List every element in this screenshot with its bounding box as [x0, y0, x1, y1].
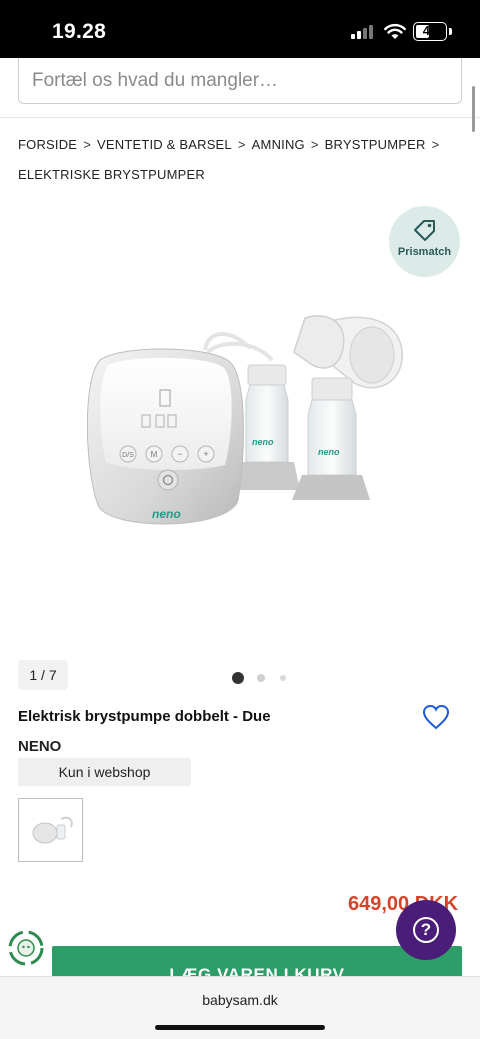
cellular-signal-icon: [351, 25, 377, 39]
battery-icon: 45: [413, 22, 447, 41]
breadcrumb: FORSIDE > VENTETID & BARSEL > AMNING > BRYSTPU…: [18, 130, 468, 190]
help-button[interactable]: ?: [396, 900, 456, 960]
breadcrumb-item-brystpumper[interactable]: BRYSTPUMPER: [325, 137, 426, 152]
prismatch-button[interactable]: Prismatch: [389, 206, 460, 277]
availability-badge: Kun i webshop: [18, 758, 191, 786]
home-indicator[interactable]: [155, 1025, 325, 1030]
question-icon: ?: [413, 917, 439, 943]
breadcrumb-separator: >: [310, 137, 319, 152]
search-input[interactable]: [18, 58, 462, 104]
product-brand[interactable]: NENO: [18, 738, 61, 755]
breadcrumb-item-ventetid-barsel[interactable]: VENTETID & BARSEL: [97, 137, 232, 152]
device-button-plus: +: [203, 449, 208, 459]
battery-level: 45: [422, 23, 438, 38]
breadcrumb-separator: >: [83, 137, 91, 152]
thumbnail-image: [32, 816, 73, 844]
breadcrumb-separator: >: [431, 137, 440, 152]
status-time: 19.28: [52, 20, 107, 43]
breadcrumb-item-amning[interactable]: AMNING: [252, 137, 305, 152]
recycle-badge-icon[interactable]: [8, 930, 44, 966]
device-button-minus: −: [177, 449, 182, 459]
wifi-icon: [384, 23, 406, 39]
tag-icon: [414, 220, 435, 241]
product-thumbnail[interactable]: [18, 798, 83, 862]
breadcrumb-item-forside[interactable]: FORSIDE: [18, 137, 77, 152]
heart-icon[interactable]: [422, 704, 450, 730]
gallery-dot[interactable]: [280, 675, 286, 681]
device-button-ds: D/S: [122, 452, 134, 459]
url-text[interactable]: babysam.dk: [0, 992, 480, 1008]
gallery-dot[interactable]: [257, 674, 265, 682]
scrollbar[interactable]: [472, 86, 475, 132]
prismatch-label: Prismatch: [397, 246, 452, 258]
product-title: Elektrisk brystpumpe dobbelt - Due: [18, 708, 271, 725]
browser-url-bar[interactable]: babysam.dk: [0, 976, 480, 1039]
device-logo: neno: [152, 507, 181, 521]
svg-text:neno: neno: [252, 437, 274, 447]
gallery-counter: 1 / 7: [18, 660, 68, 690]
search-bar: [0, 58, 480, 118]
gallery-dot-active[interactable]: [232, 672, 244, 684]
battery-cap: [449, 28, 452, 35]
device-button-m: M: [151, 450, 158, 459]
svg-text:neno: neno: [318, 447, 340, 457]
breadcrumb-item-elektriske-brystpumper[interactable]: ELEKTRISKE BRYSTPUMPER: [18, 167, 205, 182]
breadcrumb-separator: >: [237, 137, 246, 152]
product-image[interactable]: neno neno D/S M − + neno: [80, 300, 410, 540]
status-bar: 19.28 45: [0, 0, 480, 58]
